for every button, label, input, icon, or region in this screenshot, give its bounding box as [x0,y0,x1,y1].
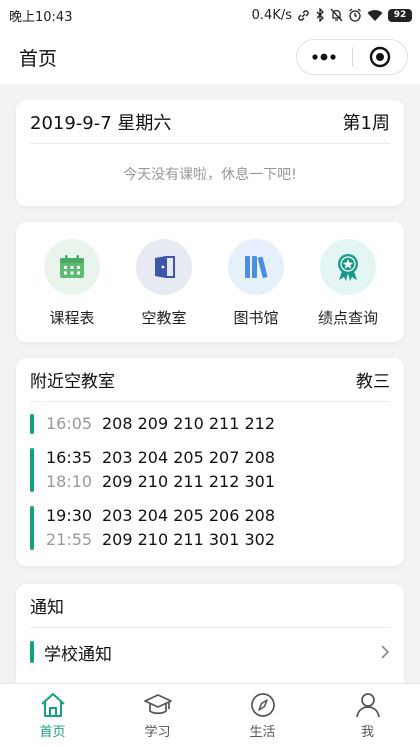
notice-item-label: 学校通知 [44,644,112,665]
medal-icon [338,254,358,281]
time-slot: 16:35 203 204 205 207 208 18:10 209 210 … [30,446,390,494]
today-date: 2019-9-7 星期六 [30,112,172,134]
menu-item-schedule[interactable]: 课程表 [32,239,112,328]
slot-row: 19:30 203 204 205 206 208 [46,504,275,528]
status-bar: 晚上10:43 0.4K/s 92 [0,0,420,30]
books-icon [245,256,268,278]
slot-time: 21:55 [46,530,93,549]
rooms-title: 附近空教室 [30,372,115,392]
slot-row: 16:05 208 209 210 211 212 [46,412,275,436]
notice-title: 通知 [30,584,390,628]
feature-menu: 课程表 空教室 图书馆 绩点查询 [16,222,404,342]
tab-label: 首页 [39,725,66,740]
mini-program-capsule [296,39,408,75]
menu-icon-bg [320,239,376,295]
door-icon [155,256,175,278]
tab-life[interactable]: 生活 [210,684,315,747]
bluetooth-icon [316,8,324,22]
tab-home[interactable]: 首页 [0,684,105,747]
tab-bar: 首页 学习 生活 我 [0,683,420,747]
mute-bell-icon [330,8,343,22]
home-icon [40,693,65,717]
week-number: 第1周 [342,112,390,134]
chevron-right-icon [381,645,390,659]
status-icons: 0.4K/s 92 [252,8,412,23]
notice-accent-bar [30,641,34,663]
menu-icon-bg [136,239,192,295]
menu-icon-bg [228,239,284,295]
building-selector[interactable]: 教三 [356,367,390,392]
tab-me[interactable]: 我 [315,684,420,747]
time-slot: 16:05 208 209 210 211 212 [30,412,390,436]
slot-row: 16:35 203 204 205 207 208 [46,446,275,470]
menu-label: 空教室 [141,309,187,327]
slot-rooms: 209 210 211 212 301 [102,472,276,491]
menu-label: 课程表 [49,309,95,327]
net-speed: 0.4K/s [251,7,292,23]
more-button[interactable] [297,40,352,74]
date-row: 2019-9-7 星期六 第1周 [30,100,390,144]
tab-label: 学习 [144,725,171,740]
battery-icon: 92 [388,8,412,22]
alarm-icon [349,8,361,22]
nav-bar: 首页 [0,30,420,84]
rooms-header: 附近空教室 教三 [30,358,390,402]
slot-rooms: 208 209 210 211 212 [102,414,276,433]
link-icon [298,9,309,21]
menu-item-empty-classroom[interactable]: 空教室 [124,239,204,328]
today-card: 2019-9-7 星期六 第1周 今天没有课啦，休息一下吧! [16,100,404,206]
tab-study[interactable]: 学习 [105,684,210,747]
slot-time: 16:35 [46,448,93,467]
school-notice-item[interactable]: 学校通知 [30,628,390,676]
menu-label: 绩点查询 [317,309,378,327]
no-class-message: 今天没有课啦，休息一下吧! [123,167,297,183]
time-slot: 19:30 203 204 205 206 208 21:55 209 210 … [30,504,390,552]
status-time: 晚上10:43 [9,9,73,25]
calendar-icon [60,255,84,278]
page-title: 首页 [19,47,58,70]
wifi-icon [367,9,383,21]
menu-icon-bg [44,239,100,295]
compass-icon [250,693,275,717]
target-circle-icon [369,46,390,68]
slot-rooms: 203 204 205 206 208 [102,506,276,525]
menu-item-gpa[interactable]: 绩点查询 [308,239,388,328]
slot-rooms: 209 210 211 301 302 [102,530,276,549]
tab-label: 生活 [249,725,276,740]
user-icon [355,693,380,718]
slot-time: 16:05 [46,414,93,433]
slot-row: 18:10 209 210 211 212 301 [46,470,275,494]
nearby-rooms-card: 附近空教室 教三 16:05 208 209 210 211 212 16:35… [16,358,404,566]
slot-rooms: 203 204 205 207 208 [102,448,276,467]
slot-time: 19:30 [46,506,93,525]
slot-accent-bar [30,448,34,492]
slot-accent-bar [30,414,34,434]
close-mini-program-button[interactable] [353,40,408,74]
more-dots-icon [312,53,336,61]
slot-row: 21:55 209 210 211 301 302 [46,528,275,552]
slot-accent-bar [30,506,34,550]
graduation-cap-icon [143,694,172,715]
menu-item-library[interactable]: 图书馆 [216,239,296,328]
tab-label: 我 [360,725,374,740]
slot-time: 18:10 [46,472,93,491]
menu-label: 图书馆 [233,309,279,327]
